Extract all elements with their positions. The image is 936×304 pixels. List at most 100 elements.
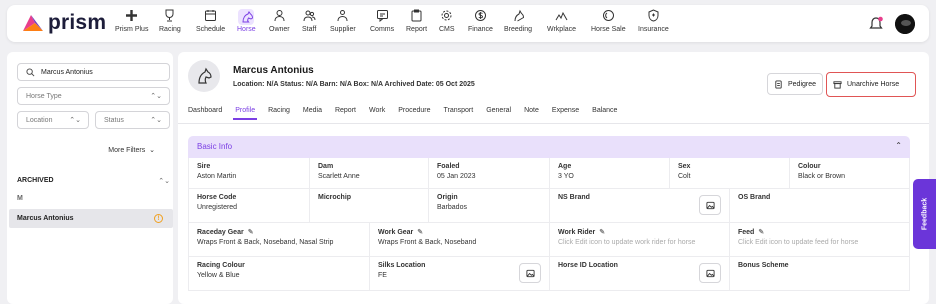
field-label: Work Gear ✎ bbox=[378, 229, 424, 236]
nav-item-cms[interactable]: CMS bbox=[439, 9, 455, 39]
field-value: Click Edit icon to update feed for horse bbox=[738, 239, 859, 246]
image-upload-button[interactable] bbox=[699, 263, 721, 283]
tab-divider bbox=[178, 123, 929, 124]
warning-icon: ! bbox=[154, 214, 163, 223]
sort-icon[interactable]: ⌃⌄ bbox=[158, 177, 170, 185]
field-label: Origin bbox=[437, 194, 458, 201]
info-row-4: Racing Colour Yellow & Blue Silks Location… bbox=[189, 256, 909, 290]
archived-group-header[interactable]: ARCHIVED ⌃⌄ bbox=[17, 177, 170, 185]
field-label: Age bbox=[558, 163, 572, 170]
top-nav: prism Prism Plus Racing Schedule Horse Owner… bbox=[7, 5, 929, 42]
calendar-icon bbox=[196, 9, 225, 25]
nav-item-label: Comms bbox=[370, 26, 395, 33]
image-upload-button[interactable] bbox=[519, 263, 541, 283]
nav-item-label: Prism Plus bbox=[115, 26, 149, 33]
workplace-icon bbox=[547, 9, 576, 25]
image-upload-button[interactable] bbox=[699, 195, 721, 215]
field-os-brand: OS Brand bbox=[729, 189, 911, 222]
field-value: Barbados bbox=[437, 204, 467, 211]
horse-type-select[interactable]: Horse Type ⌃⌄ bbox=[17, 87, 170, 105]
edit-pencil-icon[interactable]: ✎ bbox=[248, 229, 254, 236]
shield-icon bbox=[638, 9, 669, 25]
nav-item-schedule[interactable]: Schedule bbox=[196, 9, 225, 39]
list-item-selected[interactable]: Marcus Antonius ! bbox=[9, 209, 173, 228]
horse-head-icon bbox=[198, 67, 212, 84]
field-sire: Sire Aston Martin bbox=[189, 158, 309, 188]
nav-item-staff[interactable]: Staff bbox=[302, 9, 316, 39]
field-silks-location: Silks Location FE bbox=[369, 257, 549, 290]
prism-logo-icon bbox=[23, 15, 43, 31]
nav-item-insurance[interactable]: Insurance bbox=[638, 9, 669, 39]
field-value: Scarlett Anne bbox=[318, 173, 360, 180]
edit-pencil-icon[interactable]: ✎ bbox=[758, 229, 764, 236]
user-avatar[interactable] bbox=[895, 14, 915, 34]
nav-item-label: Finance bbox=[468, 26, 493, 33]
nav-item-breeding[interactable]: Breeding bbox=[504, 9, 532, 39]
nav-item-finance[interactable]: Finance bbox=[468, 9, 493, 39]
edit-pencil-icon[interactable]: ✎ bbox=[417, 229, 423, 236]
basic-info-header[interactable]: Basic Info ⌃ bbox=[188, 136, 910, 158]
nav-item-wrkplace[interactable]: Wrkplace bbox=[547, 9, 576, 39]
field-label: Foaled bbox=[437, 163, 460, 170]
tab-profile[interactable]: Profile bbox=[233, 107, 257, 120]
supplier-icon bbox=[330, 9, 356, 25]
pedigree-button[interactable]: Pedigree bbox=[767, 73, 824, 95]
nav-item-horse-sale[interactable]: Horse Sale bbox=[591, 9, 626, 39]
nav-item-racing[interactable]: Racing bbox=[159, 9, 181, 39]
nav-item-supplier[interactable]: Supplier bbox=[330, 9, 356, 39]
feedback-label: Feedback bbox=[921, 197, 928, 231]
plus-icon bbox=[115, 9, 148, 25]
nav-item-report[interactable]: Report bbox=[406, 9, 427, 39]
tab-dashboard[interactable]: Dashboard bbox=[188, 107, 222, 120]
notification-bell-icon[interactable] bbox=[867, 15, 885, 33]
tab-note[interactable]: Note bbox=[524, 107, 539, 120]
gear-icon bbox=[439, 9, 455, 25]
info-row-3: Raceday Gear ✎ Wraps Front & Back, Noseban… bbox=[189, 222, 909, 256]
app-name: prism bbox=[48, 11, 107, 34]
field-label: Sex bbox=[678, 163, 691, 170]
nav-item-label: Wrkplace bbox=[547, 26, 577, 33]
nav-item-owner[interactable]: Owner bbox=[269, 9, 290, 39]
tab-media[interactable]: Media bbox=[303, 107, 322, 120]
nav-item-comms[interactable]: Comms bbox=[370, 9, 394, 39]
tab-report[interactable]: Report bbox=[335, 107, 356, 120]
image-icon bbox=[705, 201, 715, 209]
info-row-2: Horse Code Unregistered Microchip Origin Bar… bbox=[189, 188, 909, 222]
field-feed: Feed ✎ Click Edit icon to update feed for … bbox=[729, 223, 911, 256]
feedback-tab[interactable]: Feedback bbox=[913, 179, 936, 249]
nav-item-label: Horse bbox=[237, 26, 256, 33]
field-value: Colt bbox=[678, 173, 691, 180]
tab-transport[interactable]: Transport bbox=[444, 107, 474, 120]
letter-divider: M bbox=[17, 195, 23, 202]
status-select[interactable]: Status ⌃⌄ bbox=[95, 111, 170, 129]
nav-item-label: Staff bbox=[302, 26, 317, 33]
search-input[interactable]: Marcus Antonius bbox=[17, 63, 170, 81]
horse-detail-panel: Marcus Antonius Location: N/A Status: N/… bbox=[178, 52, 929, 304]
field-label: Raceday Gear ✎ bbox=[197, 229, 254, 236]
more-filters-button[interactable]: More Filters ⌄ bbox=[108, 146, 155, 154]
nav-item-horse[interactable]: Horse bbox=[237, 9, 256, 39]
document-icon bbox=[775, 79, 782, 89]
tab-procedure[interactable]: Procedure bbox=[398, 107, 430, 120]
clipboard-icon bbox=[406, 9, 427, 25]
prism-logo[interactable]: prism bbox=[21, 11, 107, 34]
field-sex: Sex Colt bbox=[669, 158, 789, 188]
image-icon bbox=[705, 269, 715, 277]
field-value: 3 YO bbox=[558, 173, 574, 180]
more-filters-label: More Filters bbox=[108, 147, 146, 154]
tab-expense[interactable]: Expense bbox=[552, 107, 579, 120]
chevron-down-icon: ⌄ bbox=[147, 147, 155, 154]
tab-balance[interactable]: Balance bbox=[592, 107, 617, 120]
chevron-up-icon[interactable]: ⌃ bbox=[895, 141, 902, 150]
nav-item-label: Supplier bbox=[330, 26, 356, 33]
horse-meta: Location: N/A Status: N/A Barn: N/A Box:… bbox=[233, 81, 475, 88]
field-value: Unregistered bbox=[197, 204, 238, 211]
tab-work[interactable]: Work bbox=[369, 107, 385, 120]
tab-general[interactable]: General bbox=[486, 107, 511, 120]
location-select[interactable]: Location ⌃⌄ bbox=[17, 111, 89, 129]
basic-info-grid: Sire Aston Martin Dam Scarlett Anne Foaled 05… bbox=[188, 158, 910, 291]
nav-item-prism-plus[interactable]: Prism Plus bbox=[115, 9, 148, 39]
unarchive-horse-button[interactable]: Unarchive Horse bbox=[826, 72, 916, 97]
tab-racing[interactable]: Racing bbox=[268, 107, 290, 120]
edit-pencil-icon[interactable]: ✎ bbox=[599, 229, 605, 236]
